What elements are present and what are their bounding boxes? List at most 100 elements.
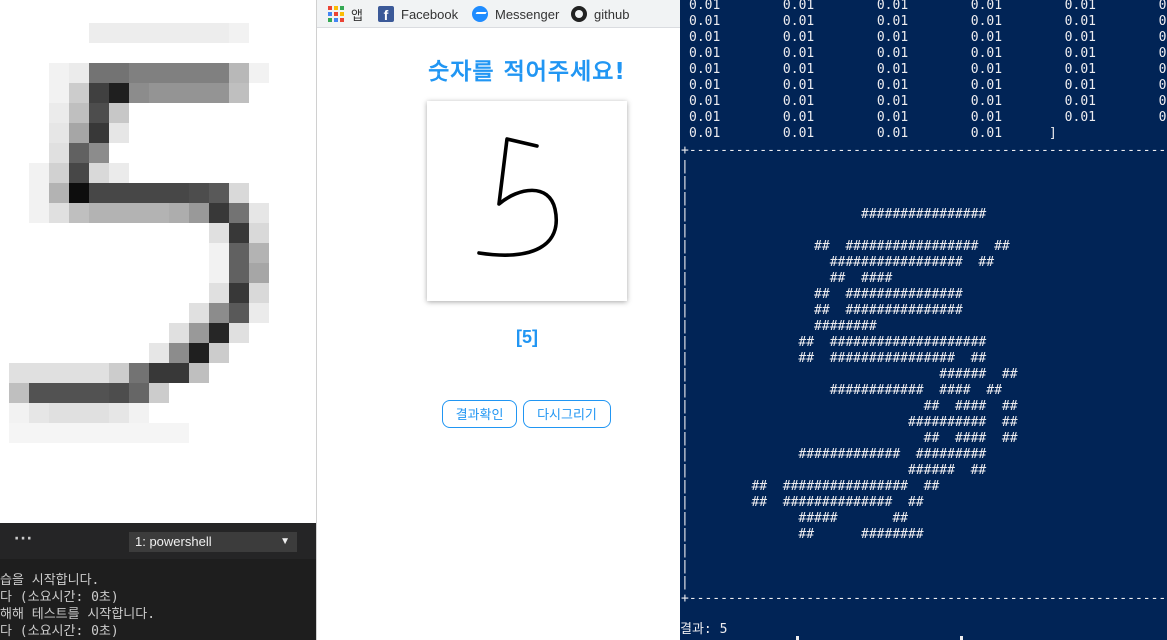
pixel-cell	[209, 83, 229, 103]
pixel-cell	[89, 23, 109, 43]
drawing-canvas[interactable]	[427, 101, 627, 301]
terminal-toolbar: ··· 1: powershell ▼	[0, 523, 316, 559]
terminal-selector-dropdown[interactable]: 1: powershell ▼	[129, 532, 297, 552]
pixel-cell	[109, 363, 129, 383]
pixel-cell	[29, 183, 49, 203]
pixel-cell	[29, 423, 49, 443]
pixel-cell	[89, 203, 109, 223]
pixel-cell	[249, 263, 269, 283]
pixel-cell	[149, 63, 169, 83]
pixel-cell	[229, 23, 249, 43]
pixel-cell	[229, 243, 249, 263]
pixel-cell	[129, 423, 149, 443]
pixel-cell	[229, 323, 249, 343]
pixel-cell	[209, 343, 229, 363]
pixel-cell	[109, 123, 129, 143]
pixel-cell	[69, 203, 89, 223]
pixel-cell	[109, 163, 129, 183]
pixel-cell	[49, 123, 69, 143]
pixel-cell	[69, 63, 89, 83]
pixel-cell	[49, 63, 69, 83]
pixel-cell	[229, 183, 249, 203]
pixel-cell	[189, 23, 209, 43]
bookmark-label: Messenger	[495, 6, 560, 22]
pixel-cell	[89, 143, 109, 163]
pixel-cell	[29, 363, 49, 383]
pixel-cell	[229, 83, 249, 103]
pixel-cell	[9, 363, 29, 383]
terminal-line: 습을 시작합니다.	[0, 573, 100, 588]
prediction-result: [5]	[516, 327, 538, 347]
pixel-cell	[29, 403, 49, 423]
bookmark-messenger[interactable]: Messenger	[472, 5, 559, 23]
terminal-output: 습을 시작합니다. 다 (소요시간: 0초) 해해 테스트를 시작합니다. 다 …	[0, 572, 316, 640]
bookmark-apps[interactable]: 앱	[328, 5, 363, 23]
pixel-cell	[129, 183, 149, 203]
pixel-cell	[169, 203, 189, 223]
pixel-cell	[109, 383, 129, 403]
pixel-cell	[69, 423, 89, 443]
pixel-cell	[49, 423, 69, 443]
pixel-cell	[69, 183, 89, 203]
pixel-cell	[169, 23, 189, 43]
chevron-down-icon: ▼	[280, 536, 290, 547]
pixel-cell	[109, 403, 129, 423]
pixel-cell	[189, 63, 209, 83]
pixel-cell	[9, 403, 29, 423]
console-cursor-mark	[796, 636, 799, 640]
pixel-cell	[149, 343, 169, 363]
pixel-cell	[69, 363, 89, 383]
pixel-cell	[149, 423, 169, 443]
pixel-cell	[249, 283, 269, 303]
pixel-cell	[69, 143, 89, 163]
bookmarks-bar: 앱 f Facebook Messenger github	[317, 0, 680, 28]
pixel-cell	[209, 63, 229, 83]
pixel-cell	[9, 423, 29, 443]
terminal-selector-value: 1: powershell	[135, 534, 212, 549]
bookmark-facebook[interactable]: f Facebook	[378, 5, 458, 23]
pixel-cell	[229, 263, 249, 283]
pixel-cell	[49, 363, 69, 383]
apps-icon	[328, 6, 344, 22]
pixel-cell	[249, 243, 269, 263]
ascii-digit-render: +---------------------------------------…	[681, 143, 1167, 606]
terminal-line: 다 (소요시간: 0초)	[0, 624, 119, 639]
bookmark-github[interactable]: github	[571, 5, 629, 23]
pixel-cell	[249, 203, 269, 223]
pixel-cell	[189, 363, 209, 383]
bookmark-label: github	[594, 6, 630, 22]
browser-window: 앱 f Facebook Messenger github 숫자를 적어주세요!…	[316, 0, 680, 640]
pixel-cell	[49, 83, 69, 103]
github-icon	[571, 6, 587, 22]
pixel-cell	[149, 83, 169, 103]
pixel-cell	[49, 203, 69, 223]
check-result-button[interactable]: 결과확인	[442, 400, 517, 428]
pixel-cell	[49, 383, 69, 403]
pixel-cell	[109, 103, 129, 123]
terminal-line: 다 (소요시간: 0초)	[0, 590, 119, 605]
pixel-cell	[209, 323, 229, 343]
pixel-cell	[89, 383, 109, 403]
console-result-line: 결과: 5	[680, 622, 728, 637]
pixel-cell	[189, 303, 209, 323]
pixel-cell	[69, 383, 89, 403]
pixel-cell	[109, 203, 129, 223]
pixel-cell	[149, 203, 169, 223]
pixel-cell	[169, 63, 189, 83]
bookmark-label: 앱	[351, 7, 363, 23]
pixel-cell	[29, 383, 49, 403]
pixel-cell	[229, 303, 249, 323]
pixel-cell	[209, 263, 229, 283]
more-actions-icon[interactable]: ···	[14, 531, 33, 547]
probability-output: 0.01 0.01 0.01 0.01 0.01 0.01 0.01 0.01 …	[689, 0, 1167, 141]
pixel-cell	[89, 183, 109, 203]
pixel-cell	[229, 203, 249, 223]
pixel-cell	[189, 203, 209, 223]
redraw-button[interactable]: 다시그리기	[523, 400, 611, 428]
terminal-line: 해해 테스트를 시작합니다.	[0, 607, 156, 622]
pixel-cell	[109, 23, 129, 43]
pixel-cell	[109, 63, 129, 83]
pixel-cell	[89, 163, 109, 183]
pixel-cell	[129, 23, 149, 43]
pixel-cell	[189, 83, 209, 103]
